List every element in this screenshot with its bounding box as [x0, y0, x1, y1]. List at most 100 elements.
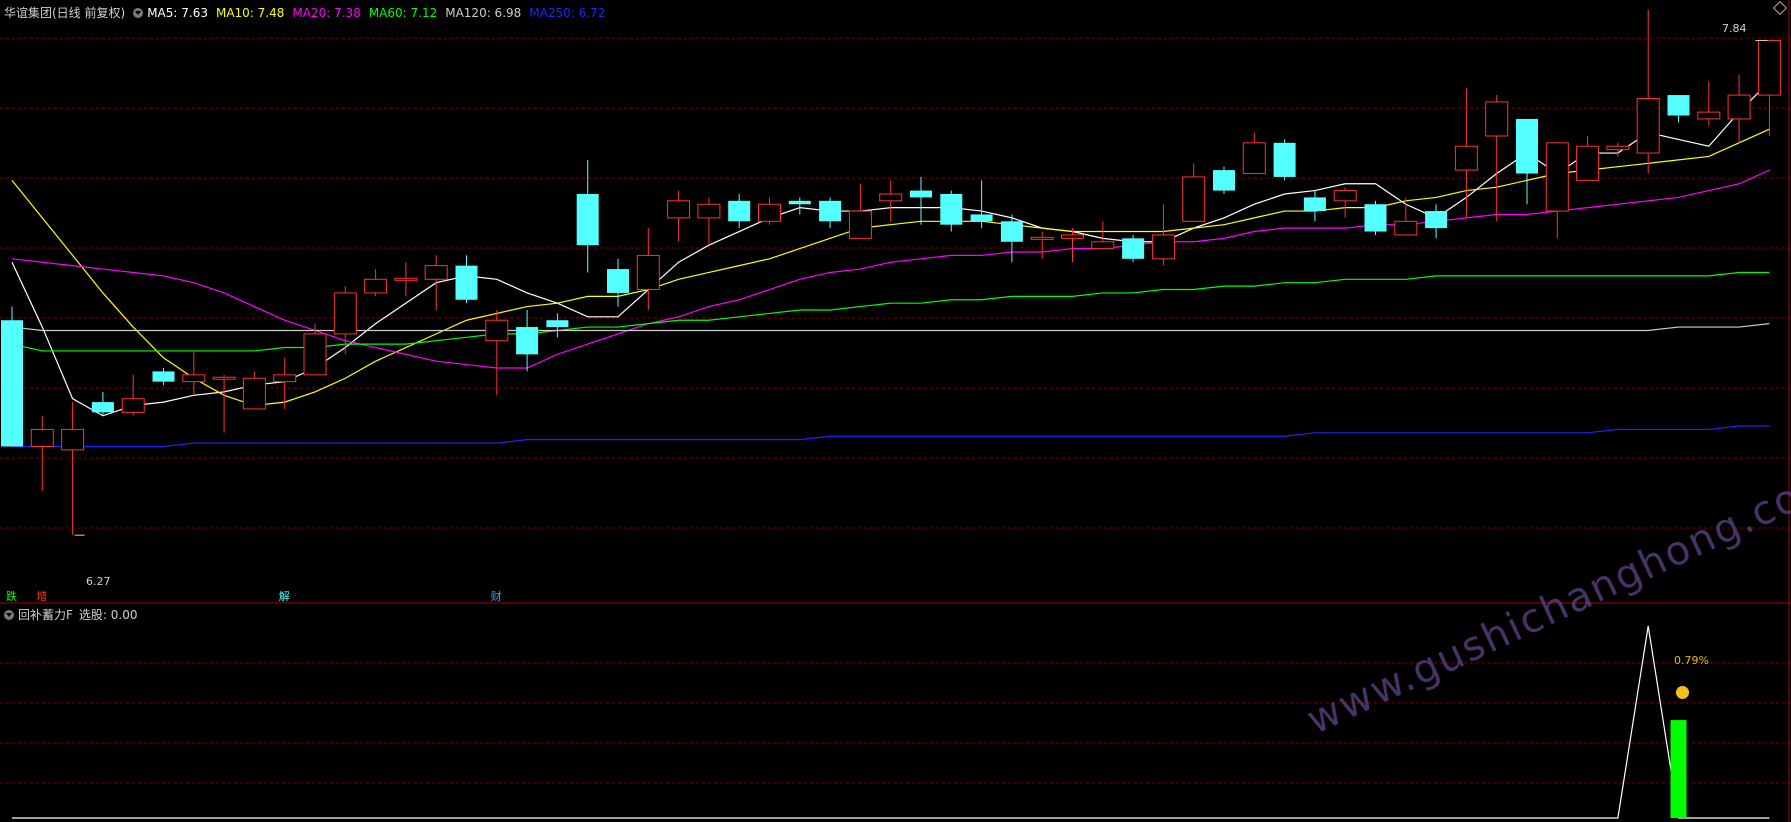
- ma-legend-item: MA20: 7.38: [292, 6, 361, 20]
- candle-body: [728, 200, 751, 222]
- candle-body: [1697, 111, 1721, 120]
- candle: [455, 255, 478, 304]
- candle-body: [121, 398, 145, 413]
- candle-body: [394, 277, 418, 281]
- ma-legend-item: MA10: 7.48: [215, 6, 285, 20]
- event-marker: 财: [490, 590, 502, 603]
- candle: [1727, 74, 1751, 143]
- candle-body: [607, 269, 629, 293]
- stock-title: 华谊集团(日线 前复权): [4, 6, 126, 20]
- ma60-line: [11, 271, 1770, 352]
- ma-legend: MA5: 7.63 MA10: 7.48 MA20: 7.38 MA60: 7.12 M…: [147, 6, 613, 20]
- candle: [1364, 200, 1387, 235]
- candle-body: [546, 320, 569, 328]
- ma-legend-item: MA250: 6.72: [529, 6, 606, 20]
- candle: [758, 197, 781, 225]
- candle-body: [303, 333, 327, 376]
- candle-body: [273, 374, 297, 383]
- candle: [636, 228, 660, 310]
- candle-body: [1213, 170, 1235, 191]
- candle-body: [576, 194, 599, 246]
- candle: [940, 190, 963, 232]
- candle-body: [1636, 97, 1660, 154]
- candle: [1091, 221, 1115, 250]
- candle-body: [485, 319, 509, 342]
- candle: [242, 371, 266, 410]
- candle: [970, 180, 993, 229]
- candle: [607, 258, 629, 307]
- candle-body: [848, 210, 872, 239]
- candle-body: [1757, 39, 1781, 96]
- candlestick-series: [1, 9, 1781, 536]
- ma250-line: [12, 425, 1770, 448]
- candle-body: [667, 200, 691, 219]
- candle: [848, 183, 872, 239]
- candle: [273, 357, 297, 409]
- candle-body: [819, 200, 842, 222]
- candle: [728, 194, 751, 229]
- candle: [91, 391, 114, 416]
- indicator-title: 回补蓄力F: [18, 608, 73, 622]
- candle: [1182, 163, 1206, 222]
- candle: [788, 197, 811, 215]
- candle-body: [242, 377, 266, 410]
- candle: [1425, 204, 1448, 239]
- candle-body: [1242, 142, 1266, 175]
- candle-body: [758, 203, 781, 222]
- candle-body: [30, 428, 54, 447]
- candle: [152, 368, 175, 386]
- candle-body: [1545, 142, 1569, 212]
- candle-body: [1122, 238, 1145, 259]
- candle: [394, 262, 418, 297]
- candle-body: [1091, 241, 1115, 250]
- event-marker: 解: [278, 590, 290, 603]
- candle: [1273, 139, 1296, 181]
- candle-body: [970, 214, 993, 222]
- dropdown-circle-icon[interactable]: [133, 8, 144, 18]
- candle: [879, 180, 903, 222]
- dropdown-circle-icon[interactable]: [4, 610, 14, 620]
- indicator-header: 回补蓄力F 选股: 0.00: [4, 606, 145, 623]
- candle: [424, 255, 448, 310]
- candle-body: [61, 428, 85, 451]
- candle-body: [516, 327, 539, 355]
- candle: [212, 374, 236, 433]
- candle: [1122, 234, 1145, 263]
- candle-body: [788, 200, 811, 205]
- indicator-bar: [1670, 720, 1687, 818]
- candle-body: [1151, 234, 1175, 260]
- candle-body: [1516, 118, 1538, 174]
- candle: [1213, 166, 1235, 194]
- candle: [1576, 136, 1600, 181]
- candle-body: [212, 376, 236, 380]
- candle-body: [1485, 101, 1509, 137]
- candle: [1485, 95, 1509, 222]
- candle-body: [1, 320, 23, 447]
- candle: [1757, 39, 1781, 136]
- sad-face-icon: [1676, 686, 1689, 699]
- candle-body: [152, 371, 175, 382]
- candle: [1151, 204, 1175, 266]
- candle: [1303, 190, 1326, 222]
- candle-body: [1727, 94, 1751, 120]
- candle-body: [636, 254, 660, 291]
- candle-body: [1273, 142, 1296, 177]
- ma-legend-item: MA60: 7.12: [368, 6, 438, 20]
- candle-body: [1333, 190, 1357, 202]
- candle-body: [182, 374, 206, 383]
- candle: [485, 310, 509, 396]
- low-price-label: 6.27: [86, 575, 111, 588]
- candle: [61, 402, 85, 536]
- main-chart-header: 华谊集团(日线 前复权) MA5: 7.63 MA10: 7.48 MA20: 7.3…: [4, 4, 621, 21]
- candle-body: [1182, 176, 1206, 222]
- candle-body: [1606, 145, 1630, 151]
- chart-canvas: [0, 0, 1791, 822]
- candle-body: [1000, 221, 1023, 242]
- candle: [1545, 142, 1569, 239]
- candle: [1000, 214, 1023, 263]
- ma120-line: [11, 323, 1770, 332]
- candle: [697, 197, 721, 246]
- candle-body: [1303, 197, 1326, 212]
- candle: [546, 313, 569, 338]
- candle-body: [940, 194, 963, 225]
